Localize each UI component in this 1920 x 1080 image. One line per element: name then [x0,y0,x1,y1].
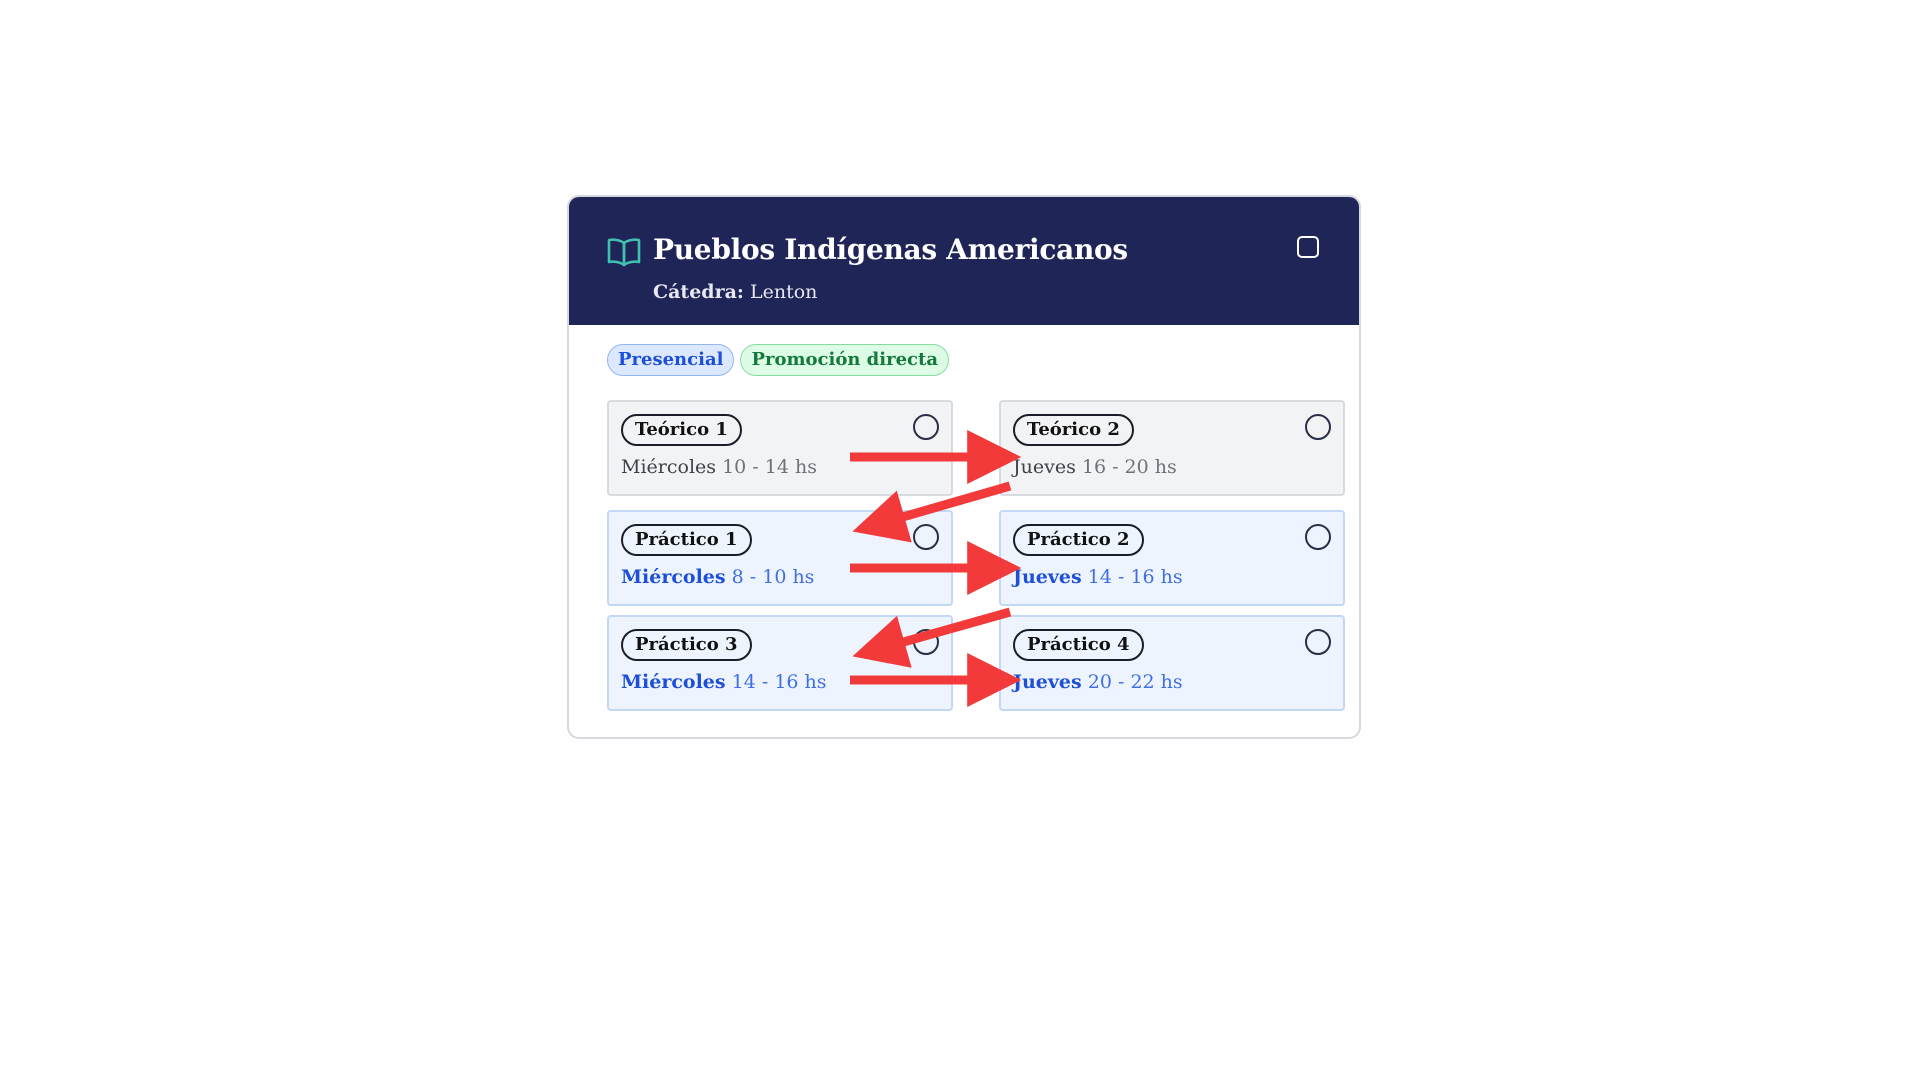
slot-radio[interactable] [913,524,939,550]
slot-time: Miércoles 8 - 10 hs [621,566,814,588]
course-card: Pueblos Indígenas Americanos Cátedra: Le… [567,195,1361,739]
slot-radio[interactable] [1305,414,1331,440]
course-title: Pueblos Indígenas Americanos [653,233,1128,266]
slot-name-pill: Práctico 3 [621,629,752,661]
slot-hours: 14 - 16 hs [731,671,827,693]
slot-radio[interactable] [1305,629,1331,655]
slot-time: Jueves 14 - 16 hs [1013,566,1183,588]
slot-name-pill: Práctico 4 [1013,629,1144,661]
slot-time: Miércoles 14 - 16 hs [621,671,827,693]
slot-name-pill: Práctico 2 [1013,524,1144,556]
slot-hours: 20 - 22 hs [1087,671,1183,693]
slot-day: Miércoles [621,566,726,588]
tag-promocion-directa: Promoción directa [740,344,949,376]
slot-practico-4[interactable]: Práctico 4 Jueves 20 - 22 hs [999,615,1345,711]
slot-teorico-2[interactable]: Teórico 2 Jueves 16 - 20 hs [999,400,1345,496]
slot-practico-3[interactable]: Práctico 3 Miércoles 14 - 16 hs [607,615,953,711]
slot-hours: 16 - 20 hs [1081,456,1177,478]
slot-time: Miércoles 10 - 14 hs [621,456,817,478]
slot-time: Jueves 16 - 20 hs [1013,456,1177,478]
slot-hours: 14 - 16 hs [1087,566,1183,588]
slot-day: Jueves [1013,456,1076,478]
slot-time: Jueves 20 - 22 hs [1013,671,1183,693]
slot-hours: 8 - 10 hs [731,566,815,588]
slot-radio[interactable] [913,629,939,655]
slot-radio[interactable] [1305,524,1331,550]
slot-day: Miércoles [621,456,717,478]
course-tags: Presencial Promoción directa [607,344,949,376]
slot-name-pill: Teórico 2 [1013,414,1134,446]
slot-practico-1[interactable]: Práctico 1 Miércoles 8 - 10 hs [607,510,953,606]
slot-day: Miércoles [621,671,726,693]
course-catedra: Cátedra: Lenton [653,281,817,303]
catedra-value: Lenton [749,281,818,303]
tag-presencial: Presencial [607,344,735,376]
catedra-label: Cátedra: [653,281,744,303]
slot-teorico-1[interactable]: Teórico 1 Miércoles 10 - 14 hs [607,400,953,496]
slot-name-pill: Teórico 1 [621,414,742,446]
course-select-checkbox[interactable] [1297,236,1319,258]
slot-radio[interactable] [913,414,939,440]
slot-hours: 10 - 14 hs [722,456,817,478]
slot-name-pill: Práctico 1 [621,524,752,556]
slot-practico-2[interactable]: Práctico 2 Jueves 14 - 16 hs [999,510,1345,606]
slot-day: Jueves [1013,566,1082,588]
slot-day: Jueves [1013,671,1082,693]
course-header: Pueblos Indígenas Americanos Cátedra: Le… [569,197,1359,325]
open-book-icon [607,238,641,267]
